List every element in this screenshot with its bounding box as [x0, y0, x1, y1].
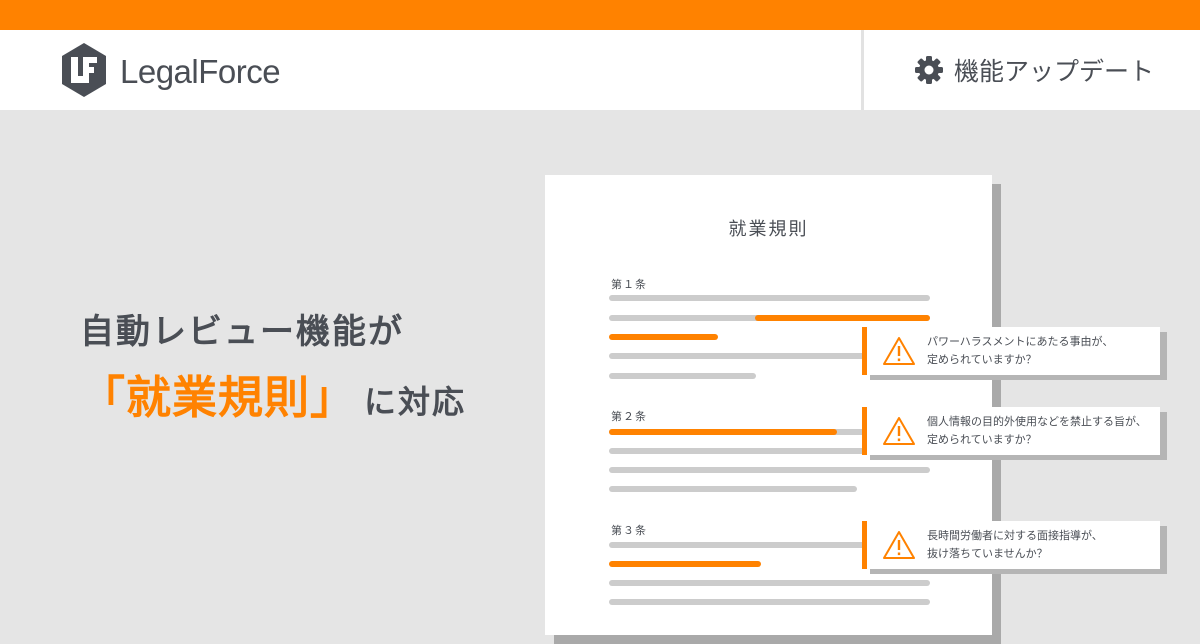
- warning-icon: [883, 531, 915, 559]
- warning-icon: [883, 417, 915, 445]
- highlighted-text-line: [755, 315, 930, 321]
- text-line: [609, 599, 930, 605]
- highlighted-text-line: [609, 561, 761, 567]
- headline-line2: 「就業規則」 に対応: [80, 361, 520, 426]
- feature-update-text: 機能アップデート: [954, 57, 1155, 86]
- warning-icon: [883, 337, 915, 365]
- text-line: [609, 373, 756, 379]
- text-line: [609, 486, 857, 492]
- header-divider: [861, 30, 864, 110]
- highlighted-text-line: [609, 429, 837, 435]
- header-bar: LegalForce 機能アップデート: [0, 30, 1200, 110]
- feature-update-label: 機能アップデート: [914, 52, 1154, 88]
- callout-line2: 抜け落ちていませんか？: [927, 547, 1048, 560]
- review-callout-3[interactable]: 長時間労働者に対する面接指導が、 抜け落ちていませんか？: [862, 521, 1167, 574]
- callout-box: 長時間労働者に対する面接指導が、 抜け落ちていませんか？: [862, 521, 1160, 569]
- highlighted-text-line: [609, 334, 718, 340]
- article-label-1: 第１条: [611, 278, 647, 291]
- callout-message: 個人情報の目的外使用などを禁止する旨が、 定められていますか？: [927, 413, 1159, 449]
- top-accent-stripe: [0, 0, 1200, 30]
- text-line: [609, 580, 930, 586]
- review-callout-2[interactable]: 個人情報の目的外使用などを禁止する旨が、 定められていますか？: [862, 407, 1167, 460]
- callout-line1: 長時間労働者に対する面接指導が、: [927, 529, 1103, 542]
- document-title: 就業規則: [728, 219, 809, 240]
- text-line: [609, 467, 930, 473]
- text-line: [609, 295, 930, 301]
- headline-tail: に対応: [364, 383, 467, 421]
- callout-line1: 個人情報の目的外使用などを禁止する旨が、: [927, 415, 1147, 428]
- legalforce-logo-icon: [62, 43, 106, 97]
- headline-highlight: 「就業規則」: [80, 371, 357, 424]
- article-label-2: 第２条: [611, 410, 647, 423]
- brand-name: LegalForce: [120, 53, 281, 90]
- headline-line1: 自動レビュー機能が: [80, 312, 404, 352]
- callout-line2: 定められていますか？: [927, 353, 1037, 366]
- callout-box: パワーハラスメントにあたる事由が、 定められていますか？: [862, 327, 1160, 375]
- article-label-3: 第３条: [611, 524, 647, 537]
- callout-line2: 定められていますか？: [927, 433, 1037, 446]
- callout-message: 長時間労働者に対する面接指導が、 抜け落ちていませんか？: [927, 527, 1159, 563]
- brand-logo[interactable]: LegalForce: [58, 43, 281, 99]
- headline: 自動レビュー機能が 「就業規則」 に対応: [80, 304, 520, 426]
- callout-line1: パワーハラスメントにあたる事由が、: [927, 335, 1114, 348]
- callout-message: パワーハラスメントにあたる事由が、 定められていますか？: [927, 333, 1159, 369]
- review-callout-1[interactable]: パワーハラスメントにあたる事由が、 定められていますか？: [862, 327, 1167, 380]
- callout-box: 個人情報の目的外使用などを禁止する旨が、 定められていますか？: [862, 407, 1160, 455]
- gear-icon: [915, 56, 943, 84]
